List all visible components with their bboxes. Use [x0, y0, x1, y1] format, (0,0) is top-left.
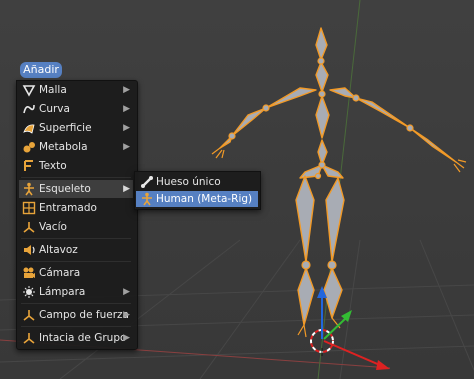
menu-item-label: Esqueleto [39, 183, 91, 195]
submenu-arrow-icon: ▶ [123, 123, 130, 133]
menu-item-esqueleto[interactable]: Esqueleto ▶ [19, 180, 133, 198]
bone-head [315, 27, 328, 61]
speaker-icon [24, 245, 35, 255]
menu-item-texto[interactable]: Texto [19, 157, 133, 175]
bone-upperarm-l [231, 107, 267, 137]
bone-thigh-r [325, 177, 345, 263]
menu-item-label: Intacia de Grupo [39, 332, 127, 344]
menu-item-label: Cámara [39, 267, 81, 279]
menu-item-malla[interactable]: Malla ▶ [19, 81, 133, 99]
menu-item-label: Altavoz [39, 244, 78, 256]
armature-submenu: Hueso único Human (Meta-Rig) [134, 171, 261, 210]
text-icon [24, 160, 33, 171]
menu-item-curva[interactable]: Curva ▶ [19, 100, 133, 118]
curve-icon [23, 104, 35, 114]
menu-item-metabola[interactable]: Metabola ▶ [19, 138, 133, 156]
submenu-arrow-icon: ▶ [123, 142, 130, 152]
menu-separator [21, 177, 131, 178]
submenu-item-label: Hueso único [156, 176, 221, 188]
menu-item-instancia-de-grupo[interactable]: Intacia de Grupo ▶ [19, 329, 133, 347]
single-bone-icon [141, 176, 153, 188]
empty-icon [23, 222, 35, 233]
menu-item-lampara[interactable]: Lámpara ▶ [19, 283, 133, 301]
menu-item-vacio[interactable]: Vacío [19, 218, 133, 236]
bone-shin-r [323, 267, 343, 319]
menu-separator [21, 238, 131, 239]
submenu-item-label: Human (Meta-Rig) [156, 193, 253, 205]
metaball-icon [23, 142, 35, 153]
bone-thigh-l [295, 175, 315, 263]
submenu-item-single-bone[interactable]: Hueso único [136, 174, 258, 190]
bone-forearm-r [409, 127, 457, 163]
force-field-icon [23, 310, 35, 321]
menu-item-label: Texto [39, 160, 67, 172]
bone-shoulder-r [329, 87, 357, 99]
menu-separator [21, 261, 131, 262]
bone-shoulder-l [265, 87, 317, 109]
menu-item-label: Superficie [39, 122, 92, 134]
menu-item-altavoz[interactable]: Altavoz [19, 241, 133, 259]
camera-icon [23, 267, 35, 278]
menu-item-label: Metabola [39, 141, 88, 153]
submenu-item-human-meta-rig[interactable]: Human (Meta-Rig) [136, 191, 258, 207]
group-instance-icon [23, 333, 35, 344]
submenu-arrow-icon: ▶ [123, 310, 130, 320]
menu-item-label: Entramado [39, 202, 97, 214]
bone-shin-l [297, 267, 315, 326]
bone-chest [315, 95, 330, 139]
lamp-icon [23, 286, 35, 298]
mesh-icon [22, 85, 36, 97]
bone-spine [317, 139, 328, 166]
armature-icon [24, 182, 34, 196]
submenu-arrow-icon: ▶ [123, 104, 130, 114]
bone-neck [315, 61, 329, 93]
menu-item-label: Campo de fuerza [39, 309, 129, 321]
submenu-arrow-icon: ▶ [123, 333, 130, 343]
submenu-arrow-icon: ▶ [123, 287, 130, 297]
3d-viewport[interactable]: Añadir Malla ▶ Curva ▶ Superficie ▶ Meta… [0, 0, 474, 379]
menu-item-label: Curva [39, 103, 70, 115]
submenu-arrow-icon: ▶ [123, 85, 130, 95]
menu-separator [21, 326, 131, 327]
surface-icon [23, 124, 35, 134]
menu-item-campo-de-fuerza[interactable]: Campo de fuerza ▶ [19, 306, 133, 324]
bone-hip-r [321, 164, 344, 179]
lattice-icon [22, 201, 36, 215]
menu-item-label: Vacío [39, 221, 67, 233]
menu-item-superficie[interactable]: Superficie ▶ [19, 119, 133, 137]
add-menu: Malla ▶ Curva ▶ Superficie ▶ Metabola ▶ … [16, 80, 138, 350]
menu-item-camara[interactable]: Cámara [19, 264, 133, 282]
add-menu-button[interactable]: Añadir [20, 62, 62, 78]
menu-item-label: Malla [39, 84, 67, 96]
menu-item-label: Lámpara [39, 286, 86, 298]
menu-item-entramado[interactable]: Entramado [19, 199, 133, 217]
human-rig-icon [142, 192, 152, 206]
submenu-arrow-icon: ▶ [123, 184, 130, 194]
menu-separator [21, 303, 131, 304]
bone-upperarm-r [355, 97, 411, 129]
